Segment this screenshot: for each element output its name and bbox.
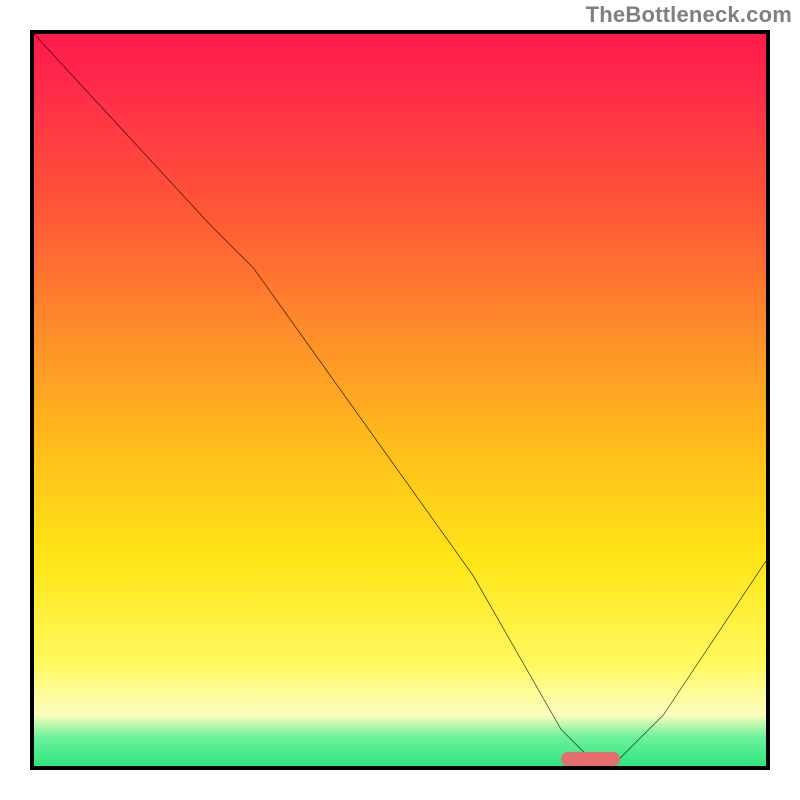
plot-area — [30, 30, 770, 770]
chart-container: TheBottleneck.com — [0, 0, 800, 800]
curve-path — [34, 34, 766, 759]
bottleneck-curve — [34, 34, 766, 766]
optimal-range-marker — [561, 752, 620, 766]
watermark-text: TheBottleneck.com — [586, 2, 792, 28]
